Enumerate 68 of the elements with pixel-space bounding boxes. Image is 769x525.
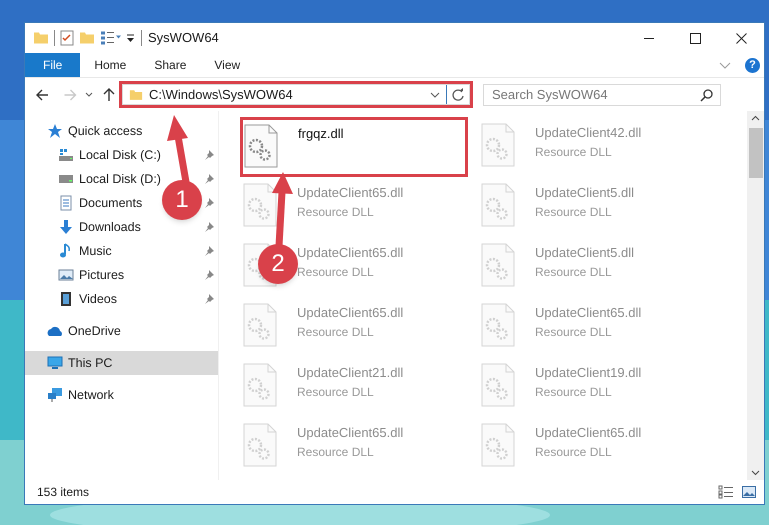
file-type: Resource DLL [297, 204, 375, 220]
folder-icon [33, 31, 49, 45]
pin-icon[interactable] [204, 246, 214, 256]
pin-icon[interactable] [204, 174, 214, 184]
nav-item[interactable]: Local Disk (D:) [58, 170, 161, 188]
window-title: SysWOW64 [148, 29, 219, 48]
star-icon [47, 123, 63, 139]
search-field[interactable]: Search SysWOW64 [483, 84, 721, 106]
folder-icon [129, 88, 143, 100]
nav-item[interactable]: Pictures [58, 266, 124, 284]
documents-icon [58, 195, 74, 211]
pin-icon[interactable] [204, 270, 214, 280]
search-icon [700, 88, 713, 102]
pin-icon[interactable] [204, 198, 214, 208]
file-type: Resource DLL [535, 144, 613, 160]
nav-item[interactable]: Network [47, 386, 114, 404]
system-drive-icon [58, 147, 74, 163]
file-type: Resource DLL [535, 384, 613, 400]
file-type: Resource DLL [297, 444, 375, 460]
downloads-icon [58, 219, 74, 235]
scrollbar-thumb[interactable] [748, 128, 762, 178]
checklist-icon[interactable] [60, 30, 74, 46]
chevron-icon[interactable] [719, 62, 731, 68]
annotation-arrow [167, 115, 190, 183]
network-icon [47, 387, 63, 403]
file-type: Resource DLL [535, 264, 613, 280]
file-type: Resource DLL [535, 324, 613, 340]
file-type: Resource DLL [535, 444, 613, 460]
ribbon-tab[interactable]: Home [80, 53, 140, 77]
properties-icon[interactable] [100, 31, 122, 45]
nav-item[interactable]: Music [58, 242, 112, 260]
ribbon-tab[interactable]: Share [140, 53, 200, 77]
close-icon [736, 32, 746, 44]
nav-item[interactable]: Videos [58, 290, 117, 308]
file-type: Resource DLL [297, 384, 375, 400]
item-count: 153 items [37, 484, 90, 501]
caret-icon[interactable] [126, 33, 135, 43]
caret-icon[interactable] [430, 92, 440, 98]
pin-icon[interactable] [204, 150, 214, 160]
details-view-icon[interactable] [718, 485, 734, 499]
maximize-icon [690, 32, 700, 44]
help-icon[interactable]: ? [745, 58, 760, 72]
refresh-icon[interactable] [451, 88, 465, 102]
nav-item[interactable]: OneDrive [47, 322, 121, 340]
file-type: Resource DLL [297, 264, 375, 280]
nav-item[interactable]: Documents [58, 194, 142, 212]
address-path: C:\Windows\SysWOW64 [149, 86, 293, 104]
large-icons-view-icon[interactable] [742, 486, 756, 498]
scrollbar[interactable] [747, 111, 764, 480]
back-icon[interactable] [35, 88, 49, 100]
pictures-icon [58, 267, 74, 283]
caret-icon[interactable] [85, 92, 93, 98]
pin-icon[interactable] [204, 222, 214, 232]
up-icon[interactable] [103, 88, 115, 102]
computer-icon [47, 355, 63, 371]
pin-icon[interactable] [204, 294, 214, 304]
videos-icon [58, 291, 74, 307]
nav-item[interactable]: Quick access [47, 122, 142, 140]
file-name[interactable]: frgqz.dll [298, 124, 344, 144]
ribbon-tab[interactable]: File [25, 53, 80, 77]
nav-item[interactable]: Local Disk (C:) [58, 146, 161, 164]
nav-item[interactable]: Downloads [58, 218, 141, 236]
scroll-up-icon[interactable] [751, 115, 760, 121]
ribbon-tab[interactable]: View [200, 53, 254, 77]
file-type: Resource DLL [297, 324, 375, 340]
address-field[interactable]: C:\Windows\SysWOW64 [122, 84, 470, 105]
file-type: Resource DLL [535, 204, 613, 220]
scroll-down-icon[interactable] [751, 470, 760, 476]
